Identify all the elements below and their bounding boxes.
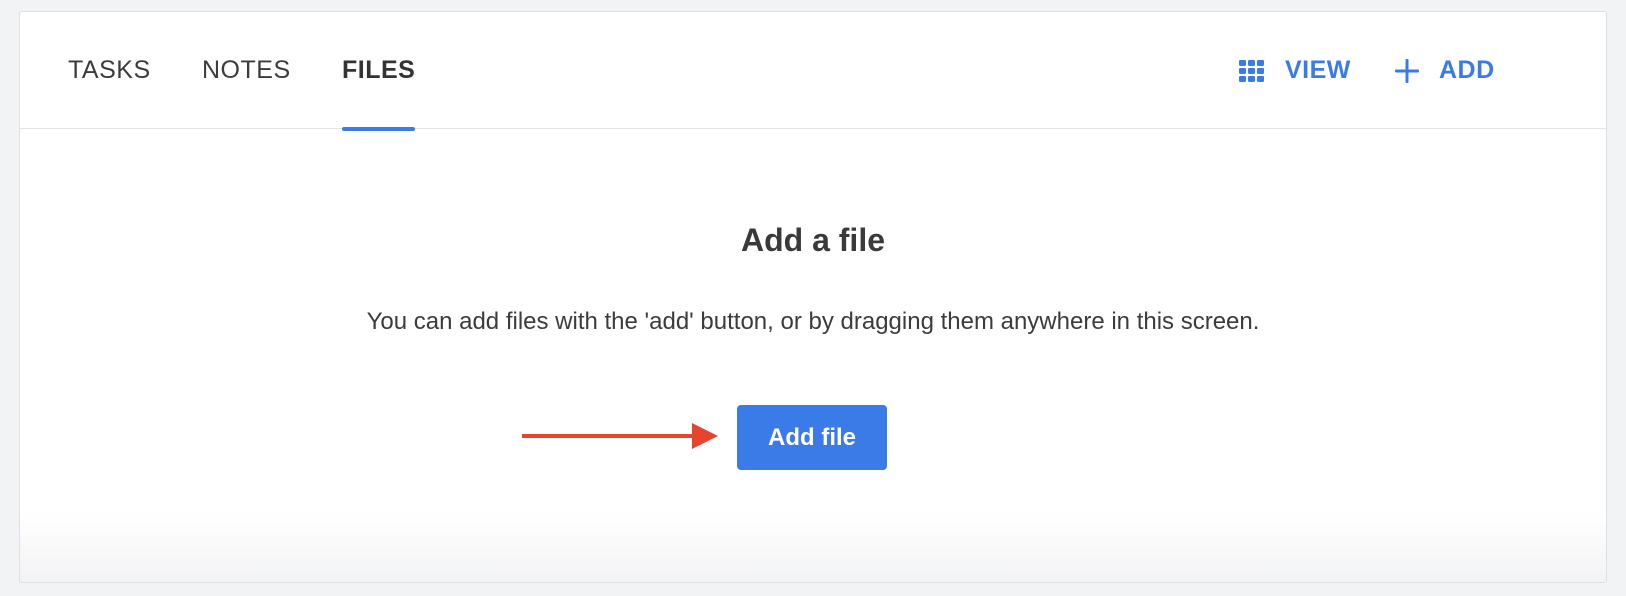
tab-notes-label: NOTES — [202, 56, 291, 84]
arrow-right-icon — [520, 420, 720, 457]
tab-files-label: FILES — [342, 56, 416, 84]
empty-state-title: Add a file — [740, 222, 885, 258]
view-button[interactable]: VIEW — [1239, 12, 1351, 129]
tab-tasks[interactable]: TASKS — [68, 12, 151, 129]
active-tab-indicator — [342, 127, 416, 131]
tab-tasks-label: TASKS — [68, 56, 151, 84]
add-button-label: ADD — [1439, 56, 1495, 84]
plus-icon — [1395, 58, 1419, 83]
tab-notes[interactable]: NOTES — [202, 12, 291, 129]
tab-bar: TASKS NOTES FILES VIEW ADD — [20, 12, 1606, 131]
view-button-label: VIEW — [1285, 56, 1351, 84]
tab-files[interactable]: FILES — [342, 12, 416, 131]
add-button[interactable]: ADD — [1395, 12, 1495, 129]
empty-state-description: You can add files with the 'add' button,… — [366, 308, 1260, 335]
grid-icon — [1239, 59, 1265, 82]
add-file-button[interactable]: Add file — [737, 405, 887, 470]
files-panel: TASKS NOTES FILES VIEW ADD Add a file Yo… — [19, 11, 1607, 583]
